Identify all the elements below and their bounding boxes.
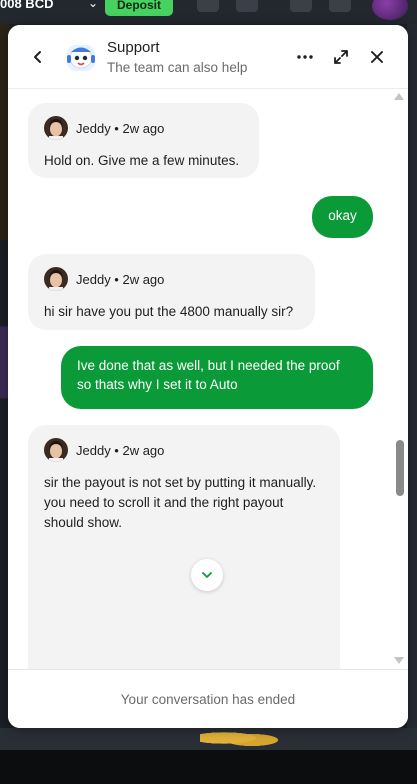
message-text: Hold on. Give me a few minutes. (44, 153, 240, 168)
back-button[interactable] (26, 45, 50, 69)
chat-subtitle: The team can also help (107, 60, 248, 75)
agent-message: Jeddy • 2w ago hi sir have you put the 4… (28, 254, 315, 330)
user-message: Ive done that as well, but I needed the … (61, 346, 373, 409)
background-topbar: 008 BCD ⌄ Deposit (0, 0, 417, 24)
agent-avatar (44, 438, 68, 462)
message-text: hi sir have you put the 4800 manually si… (44, 304, 294, 319)
message-text: sir the payout is not set by putting it … (44, 475, 317, 530)
gift-icon[interactable] (236, 0, 258, 12)
close-button[interactable] (365, 45, 389, 69)
more-horizontal-icon (297, 55, 313, 59)
message-list[interactable]: Jeddy • 2w ago Hold on. Give me a few mi… (8, 90, 408, 669)
user-message: okay (312, 196, 373, 238)
chevron-left-icon (34, 51, 41, 63)
coins-image (200, 728, 280, 748)
agent-avatar (44, 267, 68, 291)
agent-name-time: Jeddy • 2w ago (76, 271, 165, 287)
agent-name-time: Jeddy • 2w ago (76, 442, 165, 458)
support-chat-window: Support The team can also help Jeddy • 2… (8, 25, 408, 728)
balance-text: 008 BCD (0, 0, 54, 11)
chat-icon[interactable] (290, 0, 312, 12)
scroll-down-arrow[interactable] (394, 657, 404, 664)
mail-icon[interactable] (197, 0, 219, 12)
notification-icon[interactable] (329, 0, 351, 12)
chevron-down-icon (202, 571, 212, 578)
currency-chevron-icon[interactable]: ⌄ (88, 0, 98, 10)
chat-header: Support The team can also help (8, 25, 408, 89)
background-right-panel (407, 24, 417, 744)
chat-title: Support (107, 39, 160, 56)
scrollbar-thumb[interactable] (396, 440, 404, 496)
more-options-button[interactable] (293, 45, 317, 69)
user-avatar[interactable] (372, 0, 408, 20)
deposit-button[interactable]: Deposit (105, 0, 173, 16)
agent-name-time: Jeddy • 2w ago (76, 120, 165, 136)
conversation-ended-text: Your conversation has ended (120, 691, 296, 707)
show-more-button[interactable] (191, 559, 223, 591)
agent-avatar (44, 116, 68, 140)
support-logo (64, 41, 98, 75)
close-icon (371, 51, 383, 63)
chat-footer: Your conversation has ended (8, 669, 408, 728)
taskbar (0, 750, 417, 784)
agent-message: Jeddy • 2w ago sir the payout is not set… (28, 425, 340, 669)
expand-icon (334, 50, 348, 64)
expand-window-button[interactable] (329, 45, 353, 69)
agent-message: Jeddy • 2w ago Hold on. Give me a few mi… (28, 103, 259, 178)
scroll-up-arrow[interactable] (394, 93, 404, 100)
